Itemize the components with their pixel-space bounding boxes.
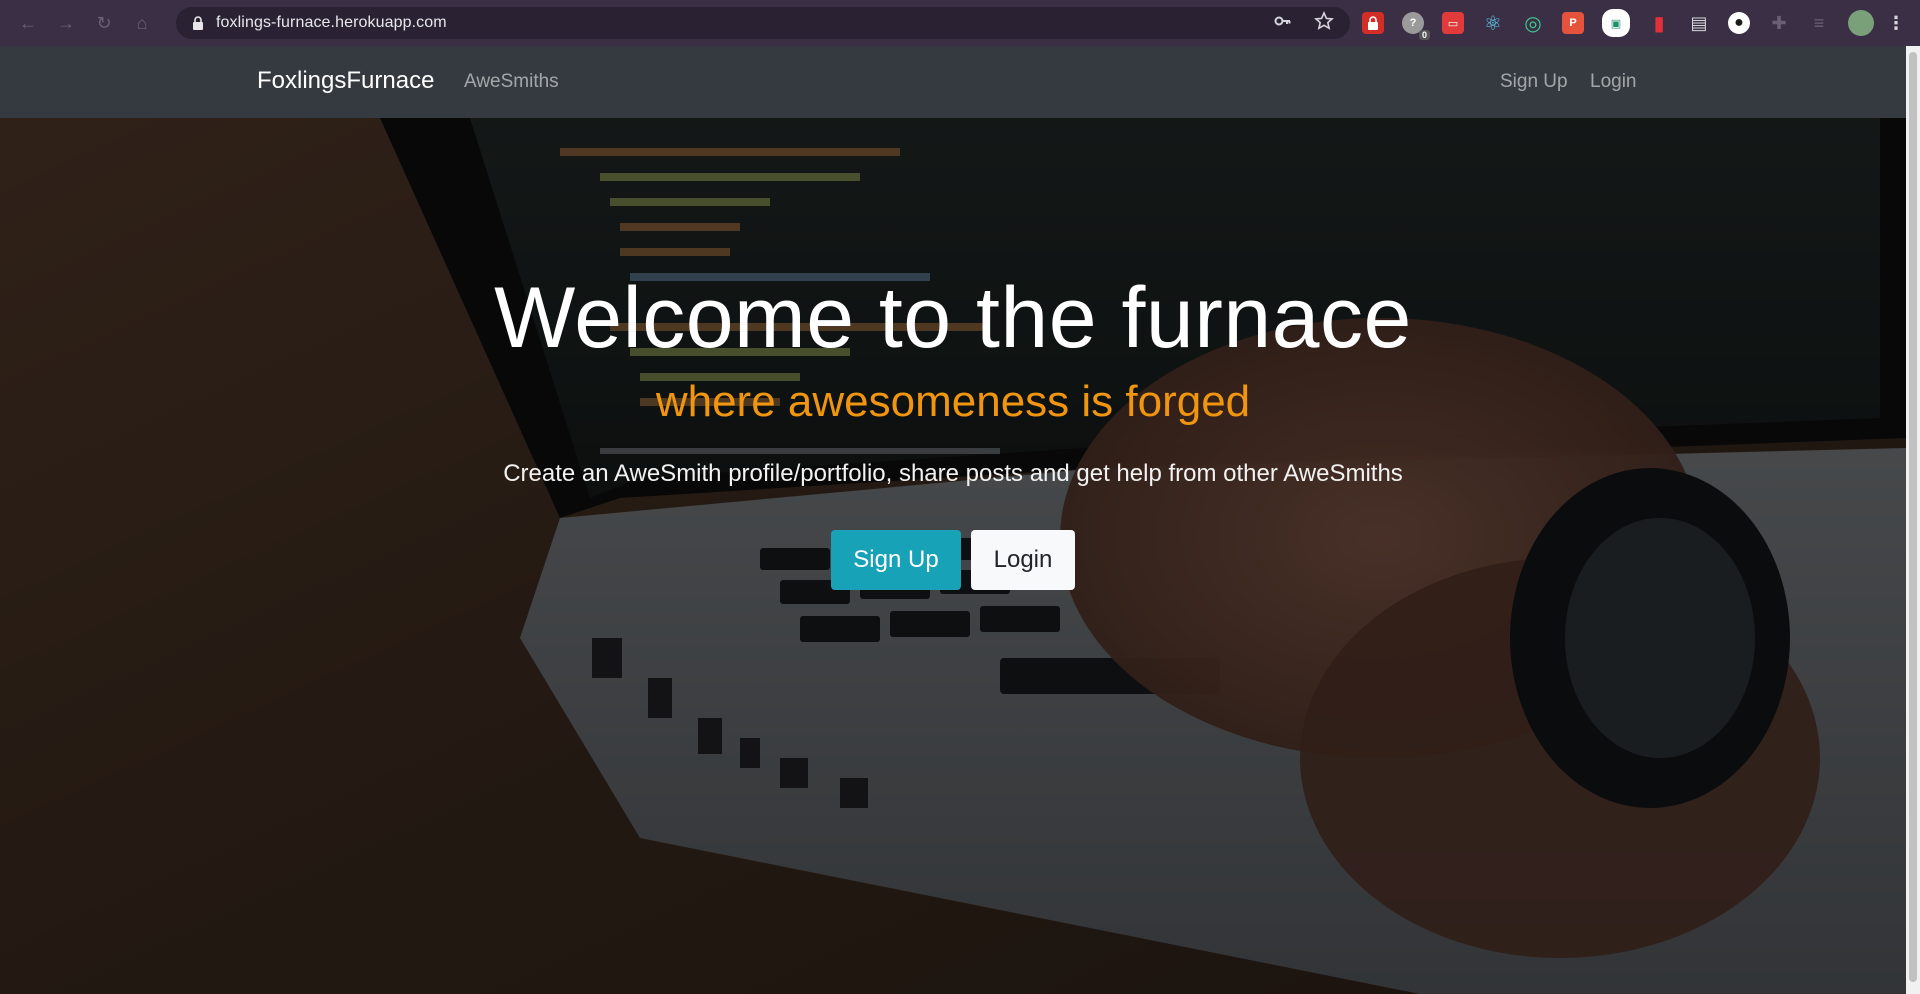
github-icon[interactable]: ● bbox=[1728, 12, 1750, 34]
hero-lead-text: Create an AweSmith profile/portfolio, sh… bbox=[503, 460, 1403, 487]
media-icon[interactable]: ≡ bbox=[1808, 12, 1830, 34]
page-viewport: FoxlingsFurnace AweSmiths Sign Up Login bbox=[0, 46, 1906, 994]
address-bar[interactable]: foxlings-furnace.herokuapp.com bbox=[176, 7, 1350, 39]
extensions-tray: ? 0 ▭ ⚛ ◎ P ▣ ▮ ▤ ● ✚ ≡ ⋮ bbox=[1362, 7, 1905, 40]
hero-subtitle: where awesomeness is forged bbox=[655, 377, 1251, 426]
home-icon[interactable]: ⌂ bbox=[130, 11, 154, 35]
menu-kebab-icon[interactable]: ⋮ bbox=[1887, 12, 1905, 34]
ext-p-icon[interactable]: P bbox=[1562, 12, 1584, 34]
browser-toolbar: ← → ↻ ⌂ foxlings-furnace.herokuapp.com ?… bbox=[0, 0, 1920, 46]
react-devtools-icon[interactable]: ⚛ bbox=[1482, 12, 1504, 35]
bookmark-ext-icon[interactable]: ▮ bbox=[1648, 12, 1670, 35]
hero-signup-button[interactable]: Sign Up bbox=[831, 530, 961, 590]
scrollbar-thumb[interactable] bbox=[1909, 52, 1917, 982]
forward-arrow-icon[interactable]: → bbox=[54, 11, 78, 35]
ext-red-icon[interactable]: ▭ bbox=[1442, 12, 1464, 34]
page-scrollbar[interactable] bbox=[1906, 46, 1920, 994]
lastpass-icon[interactable] bbox=[1362, 12, 1384, 34]
profile-avatar[interactable] bbox=[1848, 10, 1874, 36]
ext-green-ring-icon[interactable]: ◎ bbox=[1522, 12, 1544, 35]
lock-icon bbox=[192, 16, 204, 30]
ext-window-icon[interactable]: ▤ bbox=[1688, 12, 1710, 34]
ext-screen-icon[interactable]: ▣ bbox=[1602, 9, 1630, 37]
password-key-icon[interactable] bbox=[1274, 12, 1292, 35]
reload-icon[interactable]: ↻ bbox=[92, 11, 116, 35]
help-extension-icon[interactable]: ? 0 bbox=[1402, 12, 1430, 40]
hero-title: Welcome to the furnace bbox=[494, 270, 1412, 366]
extensions-puzzle-icon[interactable]: ✚ bbox=[1768, 12, 1790, 34]
navbar-brand[interactable]: FoxlingsFurnace bbox=[257, 66, 434, 96]
nav-link-login[interactable]: Login bbox=[1590, 70, 1637, 94]
back-arrow-icon[interactable]: ← bbox=[16, 11, 40, 35]
hero-section: Welcome to the furnace where awesomeness… bbox=[0, 118, 1906, 994]
url-text: foxlings-furnace.herokuapp.com bbox=[216, 14, 447, 31]
nav-link-signup[interactable]: Sign Up bbox=[1500, 70, 1568, 94]
nav-link-awesmiths[interactable]: AweSmiths bbox=[464, 70, 559, 94]
bookmark-star-icon[interactable] bbox=[1314, 10, 1334, 36]
top-navbar: FoxlingsFurnace AweSmiths Sign Up Login bbox=[0, 46, 1906, 118]
hero-login-button[interactable]: Login bbox=[971, 530, 1075, 590]
extension-badge: 0 bbox=[1418, 30, 1430, 40]
